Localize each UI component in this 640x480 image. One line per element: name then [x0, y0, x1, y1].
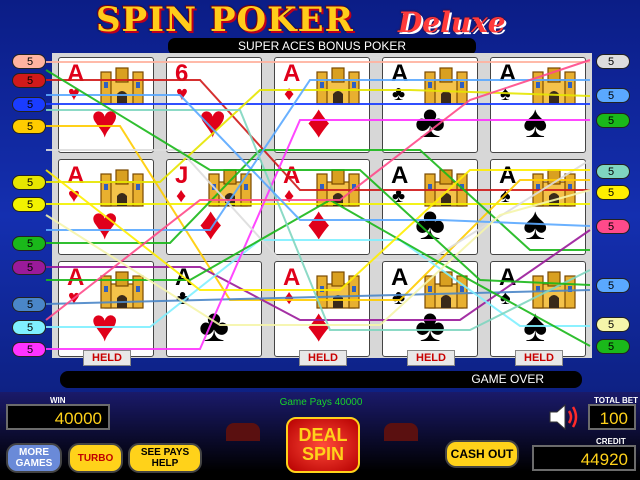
payline [46, 239, 590, 328]
payline [46, 79, 590, 191]
payline-badge-left: 5 [12, 97, 46, 112]
credit-meter: 44920 [532, 445, 636, 471]
left-knob [226, 423, 260, 441]
payline-badge-left: 5 [12, 175, 46, 190]
win-meter: 40000 [6, 404, 110, 430]
payline-badge-left: 5 [12, 260, 46, 275]
right-knob [384, 423, 418, 441]
payline-badge-right: 5 [596, 219, 630, 234]
payline-badge-left: 5 [12, 342, 46, 357]
status-bar: GAME OVER [60, 371, 582, 388]
payline-badge-left: 5 [12, 119, 46, 134]
cash-out-button[interactable]: CASH OUT [445, 440, 519, 468]
payline-badge-right: 5 [596, 278, 630, 293]
deal-spin-button[interactable]: DEAL SPIN [286, 417, 360, 473]
payline-badge-left: 5 [12, 73, 46, 88]
payline-badge-right: 5 [596, 54, 630, 69]
payline [45, 69, 591, 286]
payline-badge-left: 5 [12, 197, 46, 212]
payline-badge-right: 5 [596, 317, 630, 332]
see-pays-help-button[interactable]: SEE PAYS HELP [128, 443, 202, 473]
payline-badge-left: 5 [12, 54, 46, 69]
payline-badge-left: 5 [12, 297, 46, 312]
payline-badge-left: 5 [12, 236, 46, 251]
payline-badge-right: 5 [596, 164, 630, 179]
payline-badge-right: 5 [596, 185, 630, 200]
status-message: GAME OVER [471, 372, 544, 386]
game-screen: SPIN POKER Deluxe SUPER ACES BONUS POKER… [0, 0, 640, 480]
payline-badge-left: 5 [12, 320, 46, 335]
more-games-button[interactable]: MORE GAMES [6, 443, 62, 473]
payline-badge-right: 5 [596, 339, 630, 354]
turbo-button[interactable]: TURBO [68, 443, 123, 473]
game-pays-text: Game Pays 40000 [279, 397, 363, 408]
total-bet-meter: 100 [588, 404, 636, 430]
speaker-icon[interactable] [546, 402, 580, 432]
payline-badge-right: 5 [596, 88, 630, 103]
payline-badge-right: 5 [596, 113, 630, 128]
